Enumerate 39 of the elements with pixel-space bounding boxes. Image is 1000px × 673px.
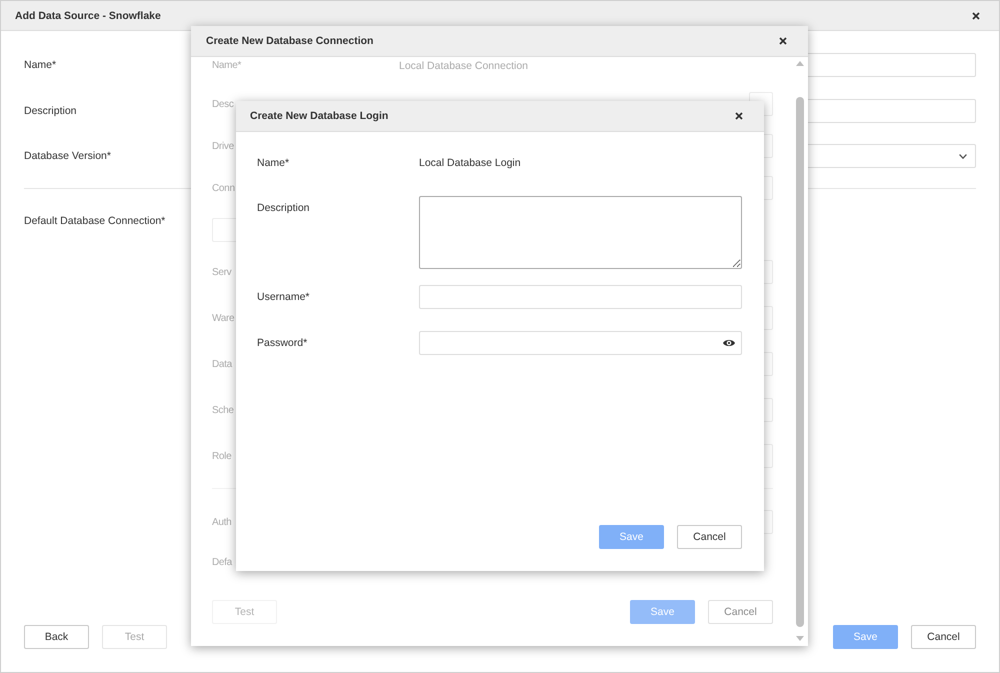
field-label: Desc xyxy=(212,98,234,110)
field-label: Default Database Connection* xyxy=(24,215,166,227)
field-label: Description xyxy=(24,104,77,116)
eye-icon[interactable] xyxy=(723,339,735,347)
dialog-title: Add Data Source - Snowflake xyxy=(15,10,161,22)
password-field[interactable] xyxy=(419,331,742,355)
field-label: Drive xyxy=(212,140,234,152)
field-label: Data xyxy=(212,358,232,370)
field-label: Defa xyxy=(212,556,232,568)
close-icon[interactable] xyxy=(735,112,743,120)
field-label: Role xyxy=(212,450,232,462)
field-label: Username* xyxy=(257,291,310,303)
chevron-down-icon xyxy=(959,154,967,158)
field-label: Password* xyxy=(257,337,308,349)
cancel-button[interactable]: Cancel xyxy=(911,625,976,649)
dialog-title: Create New Database Login xyxy=(250,110,388,122)
textarea-field[interactable] xyxy=(419,196,742,269)
close-icon[interactable] xyxy=(779,37,787,45)
field-label: Serv xyxy=(212,266,232,278)
cancel-button[interactable]: Cancel xyxy=(708,600,773,624)
field-label: Name* xyxy=(212,60,242,71)
scroll-down-icon[interactable] xyxy=(796,636,804,641)
dialog-title: Create New Database Connection xyxy=(206,35,374,47)
field-label: Ware xyxy=(212,312,234,324)
field-label: Name* xyxy=(24,59,56,71)
field-label: Conn xyxy=(212,182,235,194)
back-button[interactable]: Back xyxy=(24,625,89,649)
field-label: Database Version* xyxy=(24,150,111,162)
field-label: Name* xyxy=(257,157,290,169)
field-label: Sche xyxy=(212,404,234,416)
value-text: Local Database Login xyxy=(419,157,521,169)
scrollbar-thumb[interactable] xyxy=(796,97,804,627)
text-field[interactable] xyxy=(419,285,742,309)
cancel-button[interactable]: Cancel xyxy=(677,525,742,549)
field-label: Auth xyxy=(212,516,232,528)
value-text: Local Database Connection xyxy=(399,60,528,72)
close-icon[interactable] xyxy=(972,12,980,20)
scroll-up-icon[interactable] xyxy=(796,61,804,66)
field-label: Description xyxy=(257,202,310,214)
